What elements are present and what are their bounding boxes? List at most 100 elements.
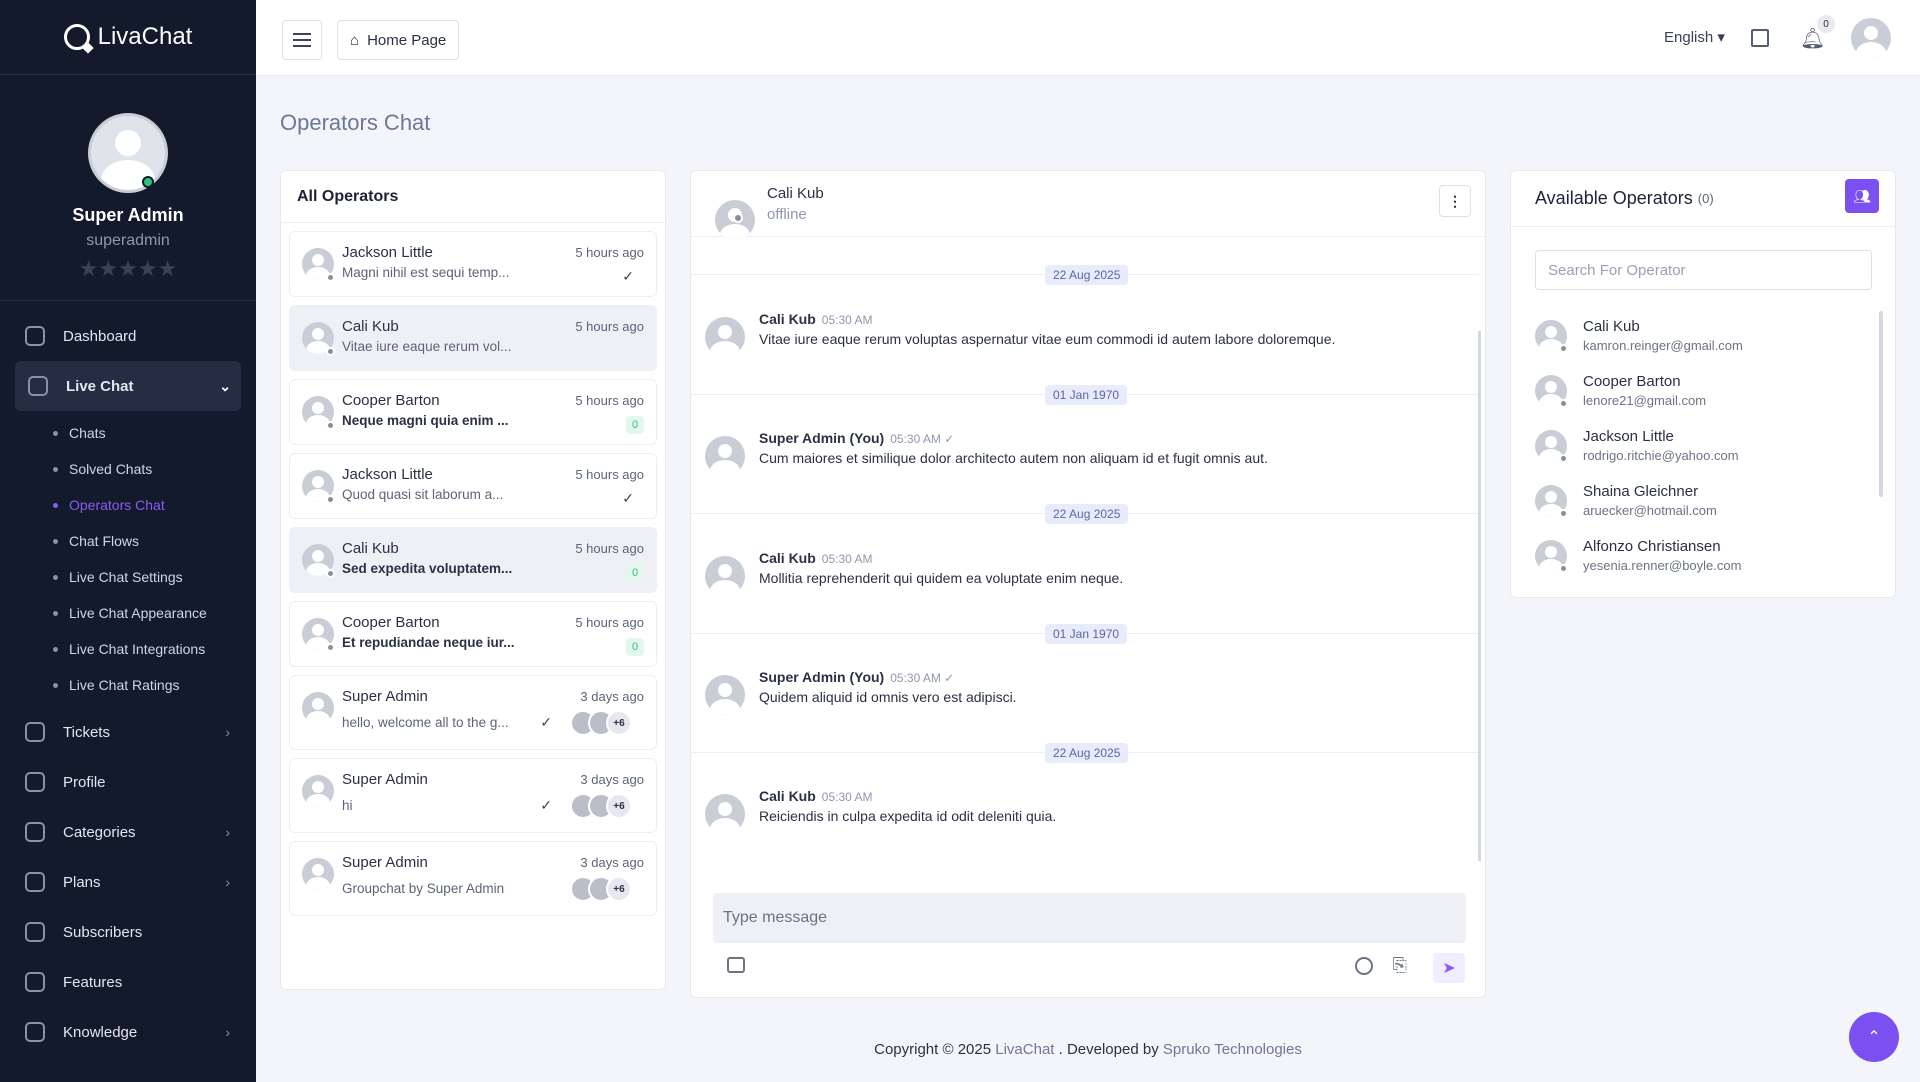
- list-item[interactable]: Cooper Barton Neque magni quia enim ... …: [289, 379, 657, 445]
- submenu-chats[interactable]: Chats: [0, 415, 256, 451]
- group-chat-item[interactable]: Super Admin Groupchat by Super Admin 3 d…: [289, 841, 657, 916]
- check-icon: ✓: [540, 714, 552, 730]
- list-item[interactable]: Jackson Little Quod quasi sit laborum a.…: [289, 453, 657, 519]
- sidebar-item-knowledge[interactable]: Knowledge ›: [0, 1007, 256, 1057]
- submenu-label: Chat Flows: [69, 533, 140, 549]
- add-operators-button[interactable]: 👥︎: [1845, 179, 1879, 213]
- all-operators-panel: All Operators Jackson Little Magni nihil…: [280, 170, 666, 990]
- last-message: Neque magni quia enim ...: [342, 413, 509, 428]
- date-separator: 01 Jan 1970: [1045, 385, 1128, 405]
- scrollbar[interactable]: [1879, 311, 1883, 497]
- list-item[interactable]: Cali Kub Sed expedita voluptatem... 5 ho…: [289, 527, 657, 593]
- available-operators-panel: Available Operators (0) 👥︎ Search For Ope…: [1510, 170, 1896, 598]
- language-dropdown[interactable]: English ▾: [1664, 28, 1725, 46]
- operator-name: Cali Kub: [1583, 318, 1640, 335]
- avatar: [705, 794, 745, 834]
- sidebar-item-label: Categories: [63, 823, 136, 841]
- chat-contact-name: Cali Kub: [767, 184, 824, 202]
- submenu-label: Live Chat Integrations: [69, 641, 206, 657]
- sidebar-item-live-chat[interactable]: Live Chat ⌄: [15, 361, 241, 411]
- list-item[interactable]: Cali Kub Vitae iure eaque rerum vol... 5…: [289, 305, 657, 371]
- last-message: Quod quasi sit laborum a...: [342, 487, 504, 502]
- unread-count-badge: 0: [626, 564, 644, 582]
- message-time: 5 hours ago: [575, 393, 644, 408]
- chat-contact-status: offline: [767, 205, 807, 223]
- footer-copyright: Copyright © 2025: [874, 1041, 992, 1058]
- brand[interactable]: LivaChat: [0, 0, 256, 75]
- message-time: 05:30 AM: [821, 552, 873, 566]
- chevron-right-icon: ›: [225, 874, 230, 890]
- fullscreen-icon[interactable]: [1751, 29, 1769, 47]
- sidebar-item-profile[interactable]: Profile: [0, 757, 256, 807]
- unread-count-badge: 0: [626, 638, 644, 656]
- operator-name: Shaina Gleichner: [1583, 483, 1699, 500]
- submenu-chat-flows[interactable]: Chat Flows: [0, 523, 256, 559]
- live-chat-submenu: Chats Solved Chats Operators Chat Chat F…: [0, 411, 256, 707]
- available-operators-heading: Available Operators: [1535, 188, 1693, 208]
- search-input[interactable]: Search For Operator: [1535, 250, 1872, 290]
- message-time: 3 days ago: [580, 689, 644, 704]
- submenu-live-chat-integrations[interactable]: Live Chat Integrations: [0, 631, 256, 667]
- sidebar-item-features[interactable]: Features: [0, 957, 256, 1007]
- scroll-to-top-button[interactable]: ⌃: [1849, 1012, 1899, 1062]
- sidebar-item-tickets[interactable]: Tickets ›: [0, 707, 256, 757]
- topbar: ⌂ Home Page English ▾ 🔔︎ 0: [256, 0, 1920, 76]
- award-icon: [25, 872, 45, 892]
- sidebar-item-dashboard[interactable]: Dashboard: [0, 311, 256, 361]
- message-text: Vitae iure eaque rerum voluptas aspernat…: [759, 331, 1336, 347]
- submenu-label: Live Chat Appearance: [69, 605, 207, 621]
- message-sender: Super Admin (You): [759, 669, 885, 685]
- emoji-icon[interactable]: [1355, 957, 1373, 975]
- footer-brand-link[interactable]: LivaChat: [995, 1041, 1054, 1058]
- canned-response-icon[interactable]: [727, 957, 745, 973]
- sidebar-item-plans[interactable]: Plans ›: [0, 857, 256, 907]
- sidebar-item-label: Knowledge: [63, 1023, 138, 1041]
- scrollbar[interactable]: [1478, 331, 1481, 861]
- date-separator: 22 Aug 2025: [1045, 743, 1129, 763]
- list-item[interactable]: Jackson Little Magni nihil est sequi tem…: [289, 231, 657, 297]
- sidebar-item-categories[interactable]: Categories ›: [0, 807, 256, 857]
- paperclip-icon[interactable]: ⎘: [1393, 955, 1407, 976]
- footer: Copyright © 2025 LivaChat . Developed by…: [256, 1041, 1920, 1058]
- footer-developer-link[interactable]: Spruko Technologies: [1163, 1041, 1302, 1058]
- group-members: +6: [570, 793, 632, 819]
- message-sender: Cali Kub: [759, 311, 816, 327]
- group-chat-item[interactable]: Super Admin hello, welcome all to the g.…: [289, 675, 657, 750]
- user-avatar[interactable]: [1851, 18, 1891, 58]
- submenu-live-chat-settings[interactable]: Live Chat Settings: [0, 559, 256, 595]
- send-button[interactable]: ➤: [1433, 953, 1465, 983]
- message-time: 05:30 AM: [821, 313, 873, 327]
- chevron-right-icon: ›: [225, 724, 230, 740]
- message-text: Quidem aliquid id omnis vero est adipisc…: [759, 689, 1017, 705]
- avatar: [302, 775, 334, 807]
- submenu-live-chat-ratings[interactable]: Live Chat Ratings: [0, 667, 256, 703]
- avatar[interactable]: [88, 113, 168, 193]
- submenu-operators-chat[interactable]: Operators Chat: [0, 487, 256, 523]
- sidebar-item-subscribers[interactable]: Subscribers: [0, 907, 256, 957]
- submenu-label: Live Chat Ratings: [69, 677, 180, 693]
- submenu-solved-chats[interactable]: Solved Chats: [0, 451, 256, 487]
- offline-status-dot: [1559, 454, 1568, 463]
- message-time: 5 hours ago: [575, 245, 644, 260]
- sidebar-item-label: Tickets: [63, 723, 110, 741]
- profile-username: superadmin: [86, 232, 170, 249]
- last-message: Groupchat by Super Admin: [342, 881, 505, 896]
- message-time: 05:30 AM ✓: [890, 432, 955, 446]
- home-page-button[interactable]: ⌂ Home Page: [337, 20, 460, 60]
- message-sender: Cali Kub: [759, 788, 816, 804]
- list-item[interactable]: Cooper Barton Et repudiandae neque iur..…: [289, 601, 657, 667]
- more-options-button[interactable]: ⋮: [1439, 185, 1471, 217]
- message-time: 5 hours ago: [575, 615, 644, 630]
- menu-toggle-button[interactable]: [282, 20, 322, 60]
- group-chat-item[interactable]: Super Admin hi 3 days ago ✓ +6: [289, 758, 657, 833]
- chevron-right-icon: ›: [225, 1024, 230, 1040]
- submenu-live-chat-appearance[interactable]: Live Chat Appearance: [0, 595, 256, 631]
- avatar: [302, 858, 334, 890]
- avatar: [705, 317, 745, 357]
- profile-name: Super Admin: [72, 205, 184, 225]
- message-time: 3 days ago: [580, 855, 644, 870]
- dashboard-icon: [25, 326, 45, 346]
- message-input[interactable]: Type message: [713, 893, 1466, 943]
- message-time: 05:30 AM: [821, 790, 873, 804]
- check-icon: ✓: [622, 490, 634, 506]
